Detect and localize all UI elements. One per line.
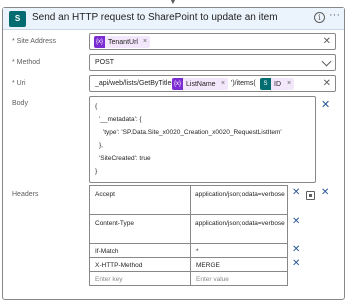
key-placeholder: Enter key xyxy=(95,276,123,283)
header-value: application/json;odata=verbose xyxy=(195,191,285,198)
token-label: ID xyxy=(274,81,281,88)
remove-token-icon[interactable]: × xyxy=(287,80,291,87)
delete-header-icon[interactable]: ✕ xyxy=(292,216,300,227)
clear-icon[interactable]: ✕ xyxy=(323,36,331,48)
variable-icon: {x} xyxy=(172,78,183,90)
token-label: TenantUrl xyxy=(108,39,138,46)
body-line: '__metadata': { xyxy=(99,116,142,123)
site-address-label: * Site Address xyxy=(12,38,56,45)
body-line: } xyxy=(95,168,98,175)
id-token[interactable]: S ID × xyxy=(260,78,294,90)
new-header-value-input[interactable]: Enter value xyxy=(190,271,288,286)
header-value-input[interactable]: * xyxy=(190,243,288,258)
header-key: If-Match xyxy=(95,248,119,255)
delete-header-icon[interactable]: ✕ xyxy=(292,187,300,198)
action-card: S Send an HTTP request to SharePoint to … xyxy=(2,7,345,300)
remove-token-icon[interactable]: × xyxy=(143,38,147,45)
header-key-input[interactable]: X-HTTP-Method xyxy=(89,257,191,272)
uri-field[interactable]: _api/web/lists/GetByTitle(' {x} ListName… xyxy=(89,75,336,92)
body-line: { xyxy=(95,103,98,110)
clear-icon[interactable]: ✕ xyxy=(323,78,331,90)
method-label: * Method xyxy=(12,59,41,66)
variable-icon: {x} xyxy=(94,36,105,48)
uri-label: * Uri xyxy=(12,80,26,87)
header-value-input[interactable]: application/json;odata=verbose xyxy=(190,185,288,215)
tenanturl-token[interactable]: {x} TenantUrl × xyxy=(94,36,150,48)
more-icon[interactable]: ··· xyxy=(329,9,340,21)
header-value: * xyxy=(196,248,199,255)
header-value: application/json;odata=verbose xyxy=(195,220,285,227)
method-value: POST xyxy=(95,59,115,66)
header-key: X-HTTP-Method xyxy=(95,262,143,269)
uri-prefix: _api/web/lists/GetByTitle(' xyxy=(95,80,176,87)
sharepoint-icon: S xyxy=(260,78,271,90)
remove-token-icon[interactable]: × xyxy=(221,80,225,87)
token-label: ListName xyxy=(186,81,216,88)
header-key-input[interactable]: Content-Type xyxy=(89,214,191,244)
header-key-input[interactable]: Accept xyxy=(89,185,191,215)
body-textarea[interactable]: { '__metadata': { 'type': 'SP.Data.Site_… xyxy=(89,96,316,183)
header-value-input[interactable]: MERGE xyxy=(190,257,288,272)
header-value: MERGE xyxy=(196,262,220,269)
method-select[interactable]: POST xyxy=(89,54,336,71)
body-line: 'SiteCreated': true xyxy=(99,155,151,162)
info-icon[interactable]: i xyxy=(314,12,325,23)
body-label: Body xyxy=(12,100,28,107)
flow-arrow-icon: ▼ xyxy=(167,0,179,7)
delete-header-icon[interactable]: ✕ xyxy=(292,244,300,255)
header-key-input[interactable]: If-Match xyxy=(89,243,191,258)
new-header-key-input[interactable]: Enter key xyxy=(89,271,191,286)
site-address-field[interactable]: {x} TenantUrl × ✕ xyxy=(89,33,336,50)
chevron-down-icon xyxy=(321,56,332,67)
delete-header-icon[interactable]: ✕ xyxy=(292,258,300,269)
listname-token[interactable]: {x} ListName × xyxy=(172,78,228,90)
sharepoint-icon: S xyxy=(9,11,26,27)
header-key: Content-Type xyxy=(95,220,135,227)
header-key: Accept xyxy=(95,191,115,198)
headers-label: Headers xyxy=(12,191,39,198)
clear-body-icon[interactable]: ✕ xyxy=(321,98,330,111)
switch-mode-icon[interactable] xyxy=(306,191,315,200)
body-line: }, xyxy=(99,142,103,149)
value-placeholder: Enter value xyxy=(196,276,229,283)
body-line: 'type': 'SP.Data.Site_x0020_Creation_x00… xyxy=(103,129,282,136)
card-header[interactable]: S Send an HTTP request to SharePoint to … xyxy=(3,8,344,30)
clear-headers-icon[interactable]: ✕ xyxy=(321,187,329,198)
card-title: Send an HTTP request to SharePoint to up… xyxy=(32,12,278,23)
uri-middle: ')/items( xyxy=(231,80,256,87)
header-value-input[interactable]: application/json;odata=verbose xyxy=(190,214,288,244)
